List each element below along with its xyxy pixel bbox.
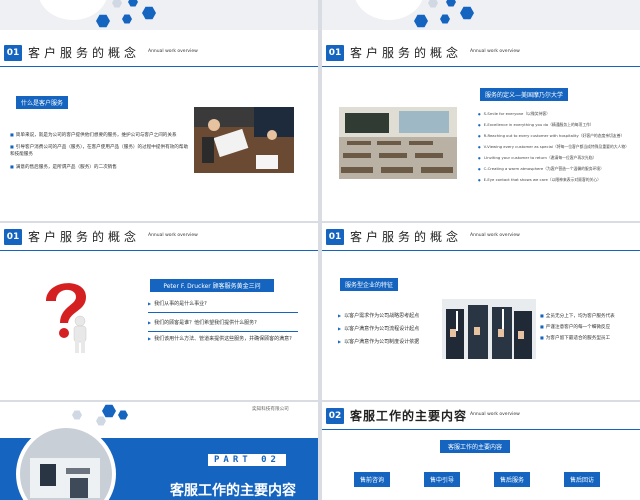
- meeting-photo: [194, 107, 294, 173]
- slide-header: 01 客户服务的概念 Annual work overview: [322, 41, 640, 67]
- hexagon-decor: [72, 410, 82, 420]
- divider: [148, 312, 298, 313]
- feature-item: 全员无分上下，均为客户服务代表: [540, 312, 615, 320]
- section-number: 01: [326, 45, 344, 61]
- section-tag: 什么是客户服务: [16, 96, 69, 109]
- slide-title: 客户服务的概念: [350, 46, 463, 60]
- slide-header: 01 客户服务的概念 Annual work overview: [0, 41, 318, 67]
- section-number: 02: [326, 408, 344, 424]
- company-name: 奕知科技有限公司: [252, 407, 289, 412]
- slide-title: 客户服务的概念: [28, 230, 141, 244]
- section-tag: 服务的定义—美国摩乃尔大学: [480, 88, 569, 101]
- pre-sale-button[interactable]: 售前咨询: [354, 472, 390, 487]
- classroom-photo: [339, 107, 457, 179]
- slide-header: 02 客服工作的主要内容 Annual work overview: [322, 404, 640, 430]
- slide-5[interactable]: 奕知科技有限公司 PART 02 客服工作的主要内容: [0, 402, 318, 500]
- divider: [148, 331, 298, 332]
- hexagon-decor: [118, 410, 128, 420]
- definition-item: S-Smile for everyone（以微笑待客）: [478, 111, 550, 117]
- bullet-item: 简单来说，就是为公司的客户提供他们想要的服务，维护公司与客户之间的关系: [10, 131, 190, 139]
- slide-2[interactable]: 01 客户服务的概念 Annual work overview 服务的定义—美国…: [322, 0, 640, 221]
- question-item: 我们从事的是什么事业?: [148, 300, 207, 307]
- hexagon-decor: [96, 416, 106, 426]
- slide-3[interactable]: 01 客户服务的概念 Annual work overview Peter F.…: [0, 223, 318, 400]
- slide-title: 客户服务的概念: [350, 230, 463, 244]
- hexagon-decor: [102, 404, 116, 418]
- slide-4[interactable]: 01 客户服务的概念 Annual work overview 服务型企业的特征…: [322, 223, 640, 400]
- in-sale-button[interactable]: 售中引导: [424, 472, 460, 487]
- team-photo: [442, 299, 536, 359]
- slide-header: 01 客户服务的概念 Annual work overview: [322, 225, 640, 251]
- section-tag: Peter F. Drucker 顾客服务黄金三问: [150, 279, 274, 292]
- feature-item: 以客户满意作为公司流程设计起点: [338, 325, 419, 332]
- photo-circle: [16, 424, 116, 500]
- definition-item: C-Creating a warm atmosphere（为客户营造一个温馨的服…: [478, 166, 604, 172]
- slide-1[interactable]: 01 客户服务的概念 Annual work overview 什么是客户服务 …: [0, 0, 318, 221]
- after-sale-button[interactable]: 售后服务: [494, 472, 530, 487]
- bullet-item: 满意的售后服务，是所谓产品（服务）的二次销售: [10, 163, 190, 171]
- question-mark-figure: [40, 275, 96, 355]
- slide-6[interactable]: 02 客服工作的主要内容 Annual work overview 客服工作的主…: [322, 402, 640, 500]
- slide-subtitle: Annual work overview: [470, 412, 520, 417]
- definition-item: V-Viewing every customer as special（将每一位…: [478, 144, 629, 150]
- follow-up-button[interactable]: 售后回访: [564, 472, 600, 487]
- slide-subtitle: Annual work overview: [470, 49, 520, 54]
- question-item: 我们该用什么方法、管道来提供这些服务，并确保顾客的满意?: [148, 335, 292, 342]
- part-title: 客服工作的主要内容: [170, 483, 296, 499]
- question-item: 我们的顾客是谁？他们希望我们提供什么服务?: [148, 319, 257, 326]
- feature-item: 严谨注意客户的每一个细微反应: [540, 323, 610, 331]
- slide-subtitle: Annual work overview: [148, 233, 198, 238]
- bullet-item: 引导客户消费公司的产品（服务），在客户使用产品（服务）的过程中提供有效的帮助和技…: [10, 143, 190, 158]
- section-tag: 客服工作的主要内容: [440, 440, 510, 453]
- slide-title: 客户服务的概念: [28, 46, 141, 60]
- section-number: 01: [4, 45, 22, 61]
- part-label: PART 02: [208, 454, 286, 466]
- slide-header: 01 客户服务的概念 Annual work overview: [0, 225, 318, 251]
- section-number: 01: [4, 229, 22, 245]
- section-number: 01: [326, 229, 344, 245]
- definition-item: E-Eye contact that shows we care（以眼神来表示对…: [478, 177, 601, 183]
- feature-item: 以客户满意作为公司制度设计依据: [338, 338, 419, 345]
- slide-subtitle: Annual work overview: [470, 233, 520, 238]
- slide-grid: 01 客户服务的概念 Annual work overview 什么是客户服务 …: [0, 0, 640, 500]
- header-divider: [0, 66, 318, 67]
- header-divider: [0, 250, 318, 251]
- definition-item: I-Inviting your customer to return（邀请每一位…: [478, 155, 597, 161]
- feature-item: 以客户需求作为公司战略思考起点: [338, 312, 419, 319]
- header-divider: [322, 66, 640, 67]
- definition-item: E-Excellence in everything you do（精通服务上的…: [478, 122, 594, 128]
- feature-item: 为客户留下最适合的服务型员工: [540, 334, 610, 342]
- header-divider: [322, 429, 640, 430]
- slide-subtitle: Annual work overview: [148, 49, 198, 54]
- slide-title: 客服工作的主要内容: [350, 409, 468, 423]
- header-divider: [322, 250, 640, 251]
- definition-item: R-Reaching out to every customer with ho…: [478, 133, 625, 139]
- section-tag: 服务型企业的特征: [340, 278, 399, 291]
